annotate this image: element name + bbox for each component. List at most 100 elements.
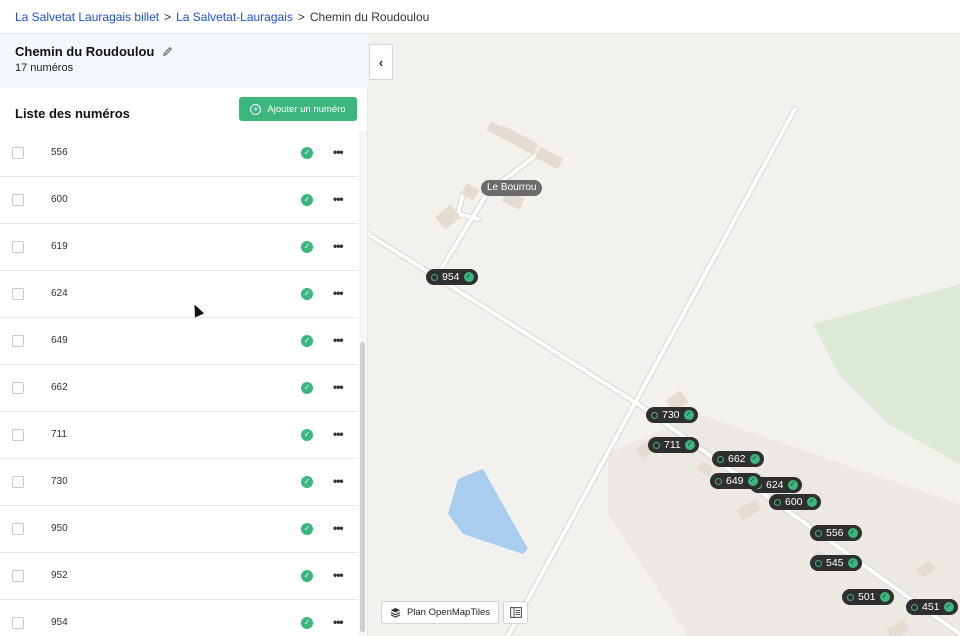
list-item[interactable]: 711 ✓ •••	[0, 412, 358, 459]
check-circle-icon: ✓	[683, 410, 694, 420]
marker-dot-icon	[774, 498, 781, 506]
layers-icon	[390, 607, 401, 618]
more-options-icon[interactable]: •••	[333, 333, 344, 347]
map-style-button[interactable]: Plan OpenMapTiles	[381, 601, 499, 624]
street-count: 17 numéros	[15, 62, 74, 74]
more-options-icon[interactable]: •••	[333, 615, 344, 629]
list-item[interactable]: 952 ✓ •••	[0, 553, 358, 600]
number-label: 624	[51, 288, 68, 299]
more-options-icon[interactable]: •••	[333, 521, 344, 535]
check-circle-icon: ✓	[943, 602, 954, 612]
list-item[interactable]: 600 ✓ •••	[0, 177, 358, 224]
row-checkbox[interactable]	[12, 288, 24, 300]
row-checkbox[interactable]	[12, 617, 24, 629]
marker-dot-icon	[815, 559, 822, 567]
check-circle-icon: ✓	[301, 288, 313, 300]
check-circle-icon: ✓	[747, 476, 758, 486]
number-label: 556	[51, 147, 68, 158]
address-marker[interactable]: 711 ✓	[648, 437, 699, 453]
address-marker[interactable]: 662 ✓	[712, 451, 764, 467]
marker-dot-icon	[653, 441, 660, 449]
row-checkbox[interactable]	[12, 147, 24, 159]
check-circle-icon: ✓	[301, 241, 313, 253]
scrollbar-thumb[interactable]	[360, 342, 365, 632]
map-background	[368, 106, 960, 636]
number-label: 952	[51, 570, 68, 581]
marker-dot-icon	[651, 411, 658, 419]
row-checkbox[interactable]	[12, 476, 24, 488]
breadcrumb-separator: >	[164, 9, 172, 24]
breadcrumb-current: Chemin du Roudoulou	[309, 9, 430, 24]
park-area	[813, 284, 960, 464]
address-marker[interactable]: 501 ✓	[842, 589, 894, 605]
row-checkbox[interactable]	[12, 194, 24, 206]
more-options-icon[interactable]: •••	[333, 427, 344, 441]
row-checkbox[interactable]	[12, 335, 24, 347]
collapse-panel-button[interactable]: ‹	[369, 44, 393, 80]
check-circle-icon: ✓	[301, 382, 313, 394]
map-legend-button[interactable]	[503, 601, 528, 624]
marker-dot-icon	[911, 603, 918, 611]
list-item[interactable]: 662 ✓ •••	[0, 365, 358, 412]
street-panel: Chemin du Roudoulou 17 numéros Liste des…	[0, 34, 368, 636]
breadcrumb: La Salvetat Lauragais billet > La Salvet…	[0, 0, 960, 34]
marker-dot-icon	[815, 529, 822, 537]
row-checkbox[interactable]	[12, 429, 24, 441]
list-item[interactable]: 730 ✓ •••	[0, 459, 358, 506]
add-number-button[interactable]: + Ajouter un numéro	[239, 97, 357, 121]
row-checkbox[interactable]	[12, 523, 24, 535]
street-header: Chemin du Roudoulou 17 numéros	[0, 34, 368, 88]
check-circle-icon: ✓	[847, 558, 858, 568]
address-marker[interactable]: 600 ✓	[769, 494, 821, 510]
marker-number: 600	[785, 496, 803, 508]
address-marker[interactable]: 649 ✓	[710, 473, 762, 489]
street-title: Chemin du Roudoulou	[15, 44, 368, 59]
street-name: Chemin du Roudoulou	[15, 44, 155, 59]
address-marker[interactable]: 545 ✓	[810, 555, 862, 571]
legend-icon	[509, 607, 522, 618]
address-marker[interactable]: 730 ✓	[646, 407, 698, 423]
address-marker[interactable]: 954 ✓	[426, 269, 478, 285]
more-options-icon[interactable]: •••	[333, 192, 344, 206]
list-item[interactable]: 649 ✓ •••	[0, 318, 358, 365]
more-options-icon[interactable]: •••	[333, 286, 344, 300]
breadcrumb-link-commune[interactable]: La Salvetat-Lauragais	[176, 10, 293, 24]
check-circle-icon: ✓	[847, 528, 858, 538]
marker-dot-icon	[715, 477, 722, 485]
address-marker[interactable]: 556 ✓	[810, 525, 862, 541]
check-circle-icon: ✓	[301, 570, 313, 582]
more-options-icon[interactable]: •••	[333, 568, 344, 582]
row-checkbox[interactable]	[12, 382, 24, 394]
list-item[interactable]: 950 ✓ •••	[0, 506, 358, 553]
more-options-icon[interactable]: •••	[333, 145, 344, 159]
number-label: 649	[51, 335, 68, 346]
list-item[interactable]: 556 ✓ •••	[0, 130, 358, 177]
more-options-icon[interactable]: •••	[333, 474, 344, 488]
number-label: 950	[51, 523, 68, 534]
breadcrumb-link-commune-billet[interactable]: La Salvetat Lauragais billet	[15, 10, 159, 24]
map-view[interactable]: Le Bourrou 954 ✓ 730 ✓ 711 ✓ 662 ✓ 624 ✓…	[368, 34, 960, 636]
marker-number: 711	[664, 439, 681, 451]
add-number-label: Ajouter un numéro	[267, 103, 346, 115]
more-options-icon[interactable]: •••	[333, 380, 344, 394]
list-item[interactable]: 954 ✓ •••	[0, 600, 358, 636]
pencil-icon[interactable]	[162, 46, 173, 57]
row-checkbox[interactable]	[12, 570, 24, 582]
list-scrollbar[interactable]	[359, 130, 367, 636]
check-circle-icon: ✓	[301, 429, 313, 441]
number-list: 556 ✓ ••• 600 ✓ ••• 619 ✓ ••• 624 ✓ ••• …	[0, 130, 358, 636]
check-circle-icon: ✓	[301, 617, 313, 629]
marker-number: 730	[662, 409, 680, 421]
number-label: 730	[51, 476, 68, 487]
check-circle-icon: ✓	[806, 497, 817, 507]
row-checkbox[interactable]	[12, 241, 24, 253]
number-label: 662	[51, 382, 68, 393]
number-label: 600	[51, 194, 68, 205]
list-item[interactable]: 619 ✓ •••	[0, 224, 358, 271]
check-circle-icon: ✓	[301, 194, 313, 206]
marker-number: 545	[826, 557, 844, 569]
map-style-label: Plan OpenMapTiles	[406, 607, 491, 618]
more-options-icon[interactable]: •••	[333, 239, 344, 253]
list-item[interactable]: 624 ✓ •••	[0, 271, 358, 318]
address-marker[interactable]: 451 ✓	[906, 599, 958, 615]
